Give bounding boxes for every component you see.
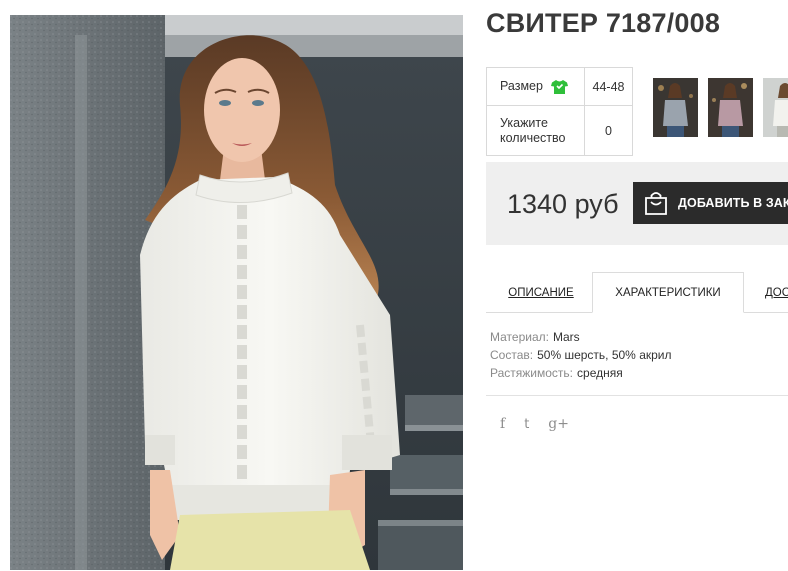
tshirt-icon[interactable] [550,79,568,94]
spec-row-composition: Состав: 50% шерсть, 50% акрил [490,346,672,364]
quantity-input[interactable]: 0 [584,105,633,156]
thumb-mauve-sweater[interactable] [708,78,753,137]
product-tabs: ОПИСАНИЕ ХАРАКТЕРИСТИКИ ДОСТАВКА [486,272,788,313]
size-row: Размер 44-48 [486,67,633,106]
product-photo-illustration [10,15,463,570]
spec-key: Материал: [490,330,549,344]
twitter-icon[interactable]: t [524,417,529,432]
tab-characteristics-label: ХАРАКТЕРИСТИКИ [615,286,721,299]
specs-divider [486,395,788,396]
spec-key: Растяжимость: [490,366,574,380]
thumb-white-sweater[interactable] [763,78,788,137]
add-to-order-button[interactable]: ДОБАВИТЬ В ЗАКАЗ [633,182,788,224]
add-to-order-label: ДОБАВИТЬ В ЗАКАЗ [678,196,788,210]
price-bar: 1340 руб ДОБАВИТЬ В ЗАКАЗ [486,162,788,245]
tab-delivery[interactable]: ДОСТАВКА [758,272,788,313]
spec-value: 50% шерсть, 50% акрил [537,348,672,362]
tab-description[interactable]: ОПИСАНИЕ [496,272,586,313]
social-share: f t g+ [500,416,569,432]
product-photo[interactable] [10,15,463,570]
tab-delivery-label: ДОСТАВКА [765,286,788,299]
product-price: 1340 руб [507,189,619,219]
size-value[interactable]: 44-48 [584,67,633,106]
thumb-grey-sweater[interactable] [653,78,698,137]
size-label: Размер [500,79,543,93]
quantity-label-line2: количество [500,130,566,145]
quantity-label-cell: Укажите количество [486,105,585,156]
size-label-cell[interactable]: Размер [486,67,585,106]
spec-key: Состав: [490,348,534,362]
spec-value: средняя [577,366,623,380]
spec-row-stretch: Растяжимость: средняя [490,364,672,382]
thumbnail-strip [653,78,788,138]
shopping-bag-icon [645,192,667,215]
product-options-table: Размер 44-48 Укажите количество 0 [486,67,633,156]
specs-list: Материал: Mars Состав: 50% шерсть, 50% акр… [490,328,672,382]
spec-value: Mars [552,330,580,344]
tab-description-label: ОПИСАНИЕ [508,286,574,299]
tab-characteristics[interactable]: ХАРАКТЕРИСТИКИ [592,272,744,313]
facebook-icon[interactable]: f [500,416,505,432]
product-title: СВИТЕР 7187/008 [486,8,721,38]
quantity-row: Укажите количество 0 [486,105,633,156]
google-plus-icon[interactable]: g+ [548,416,569,432]
spec-row-material: Материал: Mars [490,328,672,346]
quantity-label-line1: Укажите [500,115,548,130]
